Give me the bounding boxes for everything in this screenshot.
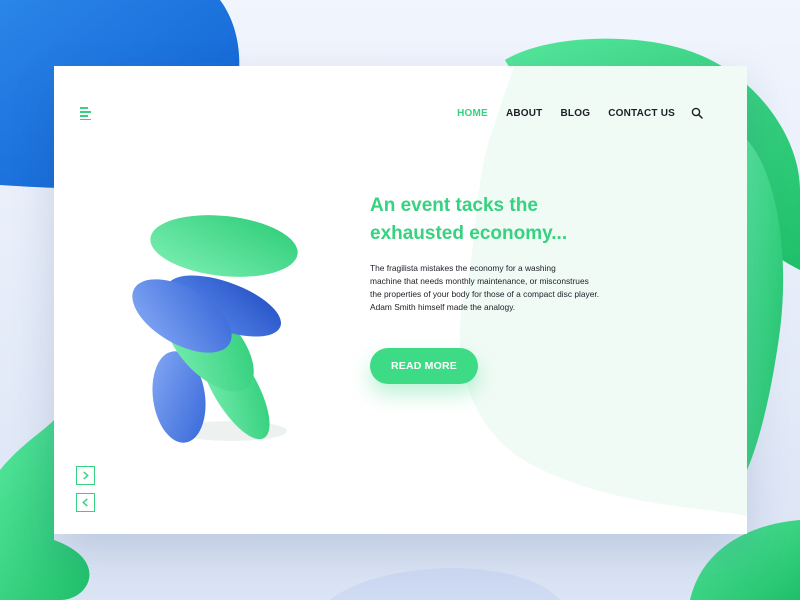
chevron-right-icon [83, 471, 89, 480]
hero-body-line: Adam Smith himself made the analogy. [370, 302, 516, 312]
next-slide-button[interactable] [76, 466, 95, 485]
hero-title: An event tacks the exhausted economy... [370, 192, 670, 248]
hero-body-text: The fragilista mistakes the economy for … [370, 262, 655, 314]
chevron-left-icon [82, 498, 88, 507]
hero-body-line: The fragilista mistakes the economy for … [370, 263, 556, 273]
prev-slide-button[interactable] [76, 493, 95, 512]
search-icon[interactable] [691, 107, 703, 119]
stacked-pebbles-illustration [132, 215, 298, 443]
nav-home[interactable]: HOME [457, 108, 488, 119]
nav-about[interactable]: ABOUT [506, 108, 543, 119]
nav-blog[interactable]: BLOG [561, 108, 591, 119]
hero-body-line: machine that needs monthly maintenance, … [370, 276, 589, 286]
main-nav: HOME ABOUT BLOG CONTACT US [439, 107, 703, 119]
hero-body-line: the properties of your body for those of… [370, 289, 600, 299]
nav-contact-us[interactable]: CONTACT US [608, 108, 675, 119]
landing-card: HOME ABOUT BLOG CONTACT US An event tack… [54, 66, 747, 534]
pebble [150, 215, 298, 277]
read-more-button[interactable]: READ MORE [370, 348, 478, 384]
hero-title-line-1: An event tacks the [370, 195, 538, 216]
hamburger-menu-icon[interactable] [80, 106, 94, 120]
hero-title-line-2: exhausted economy... [370, 223, 568, 244]
